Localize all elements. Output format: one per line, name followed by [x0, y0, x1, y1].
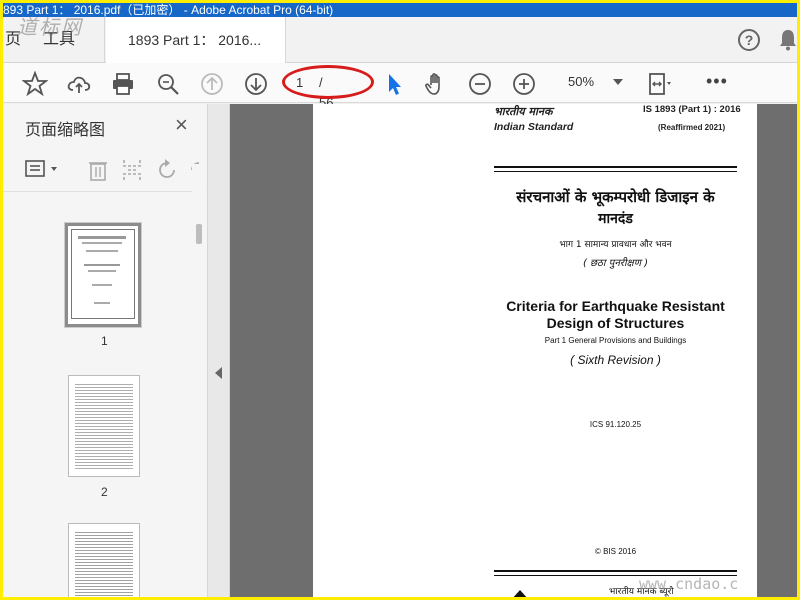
panel-title: 页面缩略图 — [25, 122, 106, 139]
panel-collapse-handle[interactable] — [208, 104, 230, 597]
hand-icon[interactable] — [423, 71, 449, 97]
help-icon[interactable]: ? — [738, 29, 760, 51]
watermark-url: www.cndao.c — [639, 575, 739, 593]
page-fit-icon[interactable] — [646, 71, 672, 97]
collapse-arrow-icon — [215, 367, 222, 379]
document-viewer[interactable]: भारतीय मानक Indian Standard IS 1893 (Par… — [230, 104, 797, 597]
rule-top-thin — [494, 171, 737, 172]
thumbnail-page-2[interactable] — [68, 375, 140, 477]
bell-icon[interactable] — [779, 29, 797, 56]
bis-logo — [511, 590, 529, 597]
hindi-standard-label: भारतीय मानक — [494, 105, 553, 118]
page-up-icon[interactable] — [199, 71, 225, 97]
revision-label: ( Sixth Revision ) — [570, 353, 661, 367]
hindi-title-line1: संरचनाओं के भूकम्परोधी डिजाइन के — [516, 188, 715, 206]
cloud-upload-icon[interactable] — [66, 71, 92, 97]
thumbnail-list: 1 2 — [3, 192, 193, 597]
more-icon[interactable]: ••• — [706, 71, 728, 92]
delete-icon[interactable] — [87, 158, 109, 187]
standard-label: Indian Standard — [494, 121, 574, 133]
star-icon[interactable] — [21, 70, 49, 97]
title-line2: Design of Structures — [546, 315, 685, 331]
page-down-icon[interactable] — [243, 71, 269, 97]
hindi-revision: ( छठा पुनरीक्षण ) — [582, 258, 649, 269]
acrobat-window: 893 Part 1： 2016.pdf（已加密） - Adobe Acroba… — [3, 3, 797, 597]
thumbnail-page-3[interactable] — [68, 523, 140, 597]
rule-top — [494, 166, 737, 168]
panel-toolbar — [3, 148, 208, 192]
is-number: IS 1893 (Part 1) : 2016 — [643, 104, 741, 115]
tab-row: 页 工具 1893 Part 1： 2016... ? — [3, 17, 797, 64]
scrollbar-thumb[interactable] — [196, 224, 202, 244]
thumbnail-page-1[interactable] — [65, 223, 141, 327]
ics-code: ICS 91.120.25 — [589, 420, 642, 429]
toolbar: 1 / 56 50% ••• — [3, 63, 797, 110]
select-arrow-icon[interactable] — [381, 71, 407, 97]
extract-icon[interactable] — [121, 158, 143, 187]
chevron-down-icon[interactable] — [613, 79, 623, 85]
title-line1: Criteria for Earthquake Resistant — [506, 298, 725, 314]
title-bar: 893 Part 1： 2016.pdf（已加密） - Adobe Acroba… — [3, 3, 797, 17]
zoom-level[interactable]: 50% — [568, 74, 594, 89]
hindi-title-line2: मानदंड — [598, 211, 633, 227]
rotate-left-icon[interactable] — [155, 158, 179, 187]
part-label: Part 1 General Provisions and Buildings — [544, 336, 687, 345]
close-icon[interactable]: × — [175, 112, 188, 138]
pdf-page: भारतीय मानक Indian Standard IS 1893 (Par… — [313, 104, 757, 597]
hindi-part: भाग 1 सामान्य प्रावधान और भवन — [559, 240, 672, 250]
thumbnail-label-1: 1 — [101, 334, 108, 348]
watermark-logo: 道标网 — [17, 15, 83, 39]
thumbnail-label-2: 2 — [101, 485, 108, 499]
zoom-out-icon[interactable] — [467, 71, 493, 97]
copyright: © BIS 2016 — [594, 547, 637, 556]
zoom-in-icon[interactable] — [511, 71, 537, 97]
zoom-search-icon[interactable] — [155, 71, 181, 97]
rule-bottom — [494, 570, 737, 572]
highlight-annotation — [282, 65, 374, 99]
thumbnails-panel: 页面缩略图 × 1 2 — [3, 104, 208, 597]
tab-document[interactable]: 1893 Part 1： 2016... — [106, 17, 286, 64]
print-icon[interactable] — [110, 71, 136, 97]
reaffirmed-label: (Reaffirmed 2021) — [658, 123, 726, 132]
options-menu-icon[interactable] — [25, 158, 65, 185]
